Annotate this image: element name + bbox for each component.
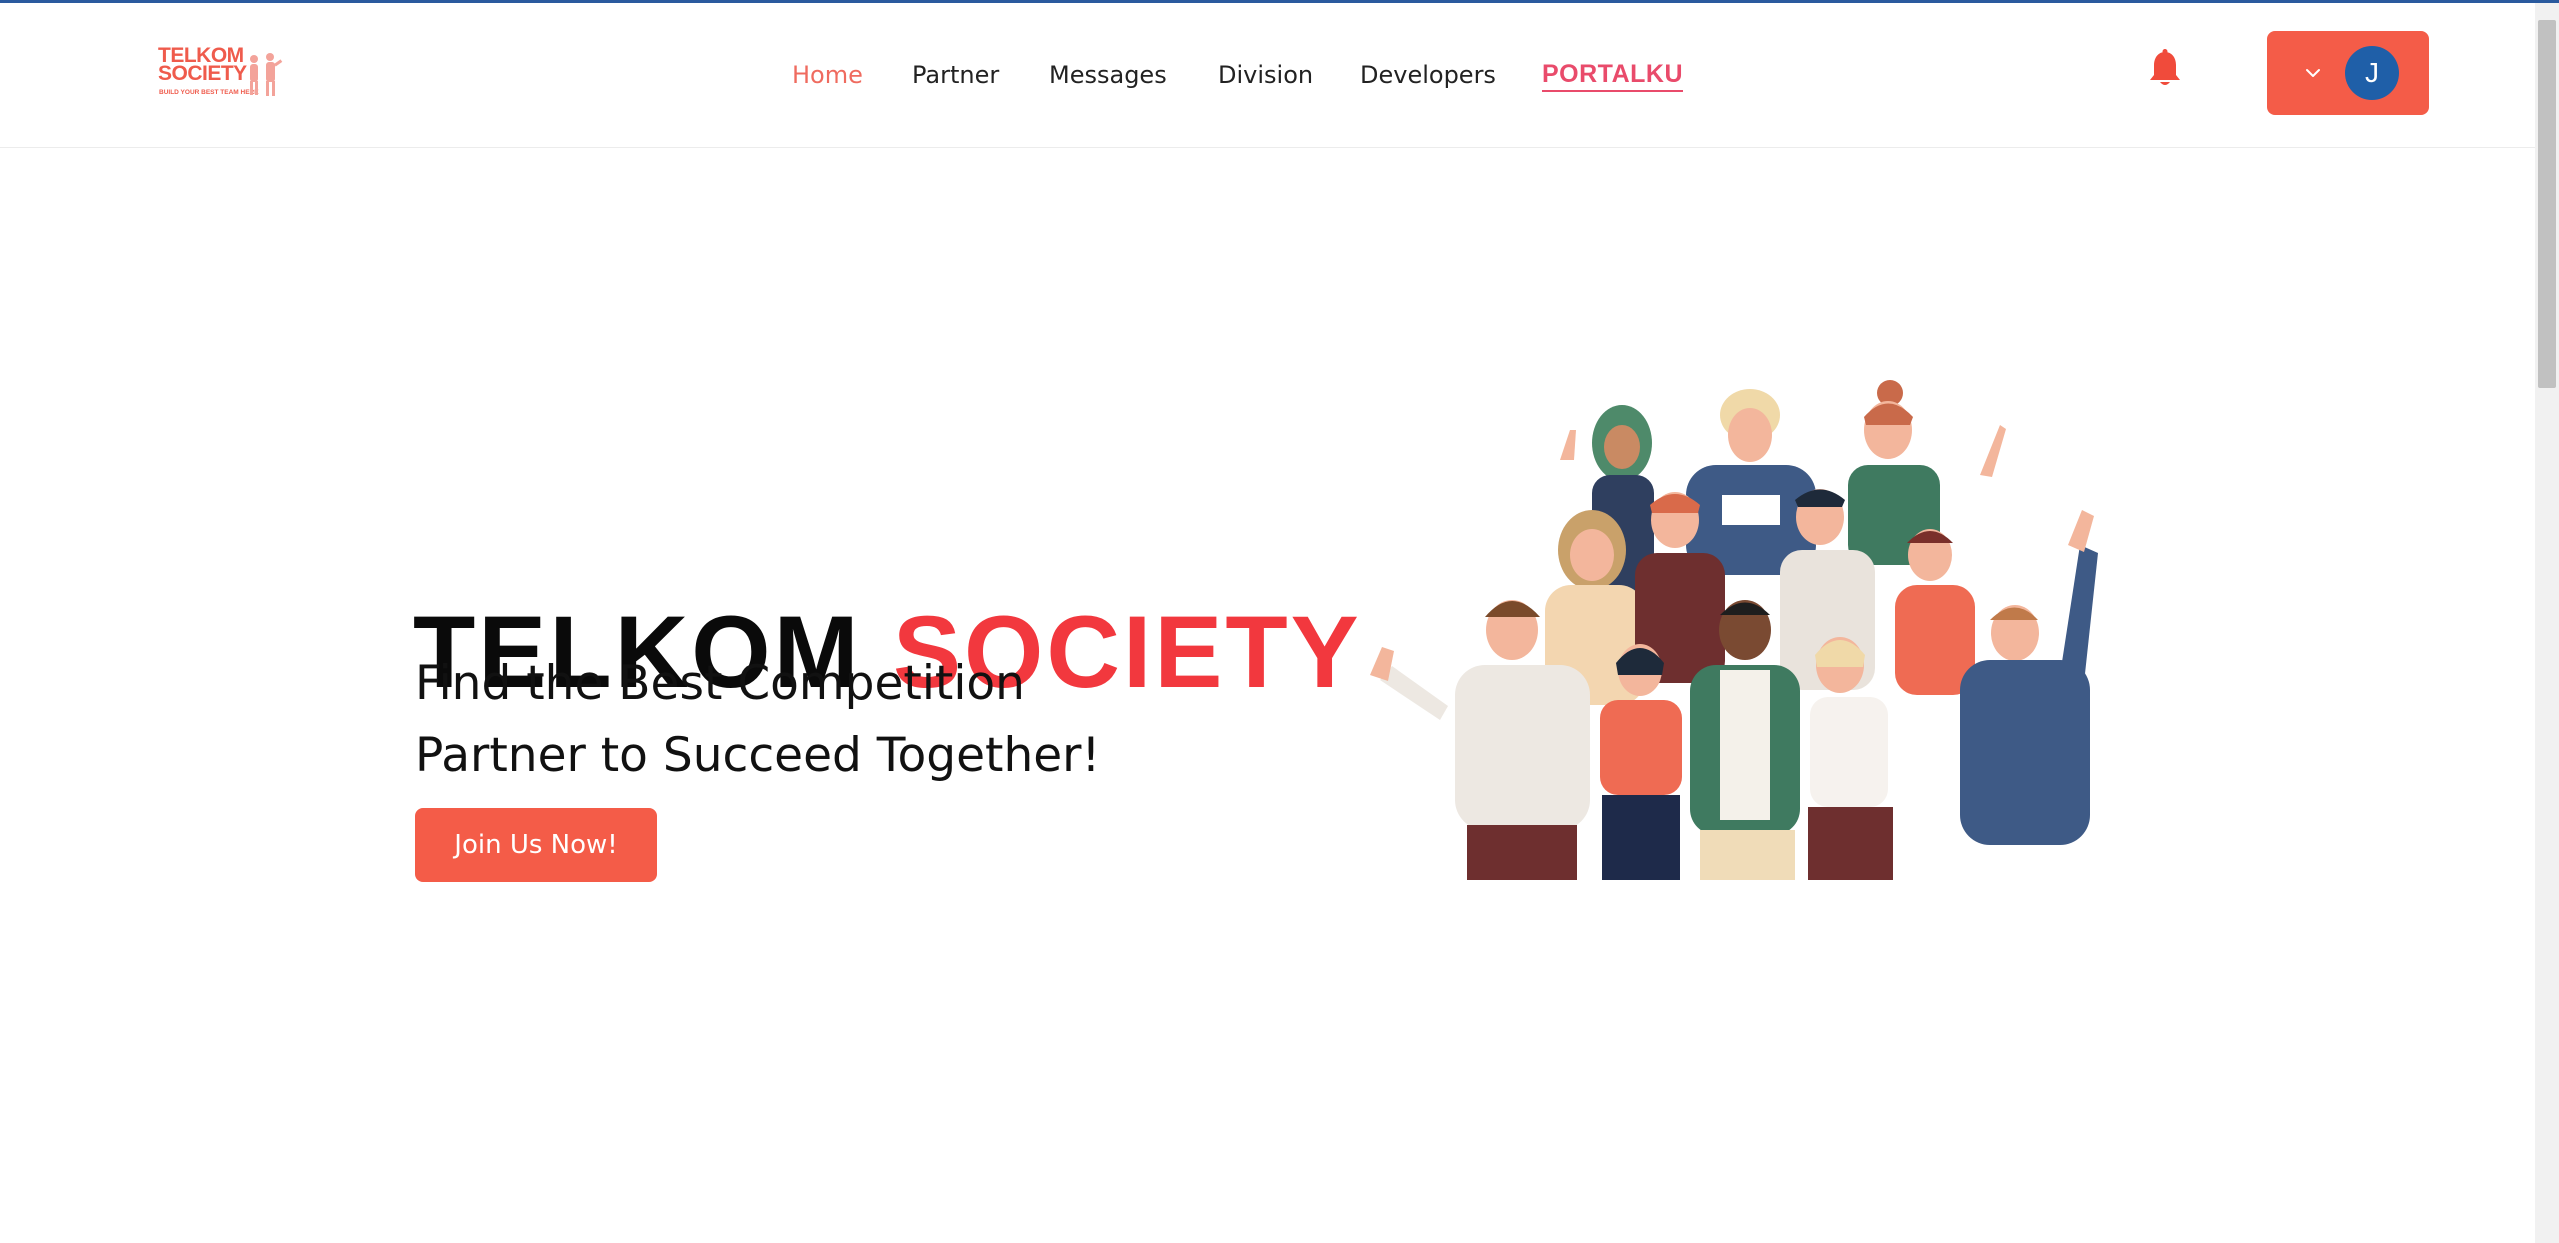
bell-icon[interactable] xyxy=(2148,49,2182,89)
avatar: J xyxy=(2345,46,2399,100)
join-us-button[interactable]: Join Us Now! xyxy=(415,808,657,882)
brand-logo[interactable]: TELKOM SOCIETY BUILD YOUR BEST TEAM HERE xyxy=(158,41,288,105)
hero-subtitle-line1: Find the Best Competition xyxy=(415,656,1025,711)
chevron-down-icon xyxy=(2306,69,2320,77)
group-of-people-illustration xyxy=(1370,380,2098,880)
nav-item-messages[interactable]: Messages xyxy=(1049,61,1167,89)
user-menu-button[interactable]: J xyxy=(2267,31,2429,115)
navbar: TELKOM SOCIETY BUILD YOUR BEST TEAM HERE… xyxy=(0,3,2535,148)
hero-subtitle: Find the Best Competition Partner to Suc… xyxy=(415,648,1100,792)
scrollbar-thumb[interactable] xyxy=(2538,20,2556,388)
nav-item-home[interactable]: Home xyxy=(792,61,863,89)
nav-item-partner[interactable]: Partner xyxy=(912,61,999,89)
nav-item-portalku[interactable]: PORTALKU xyxy=(1542,60,1684,92)
hero-subtitle-line2: Partner to Succeed Together! xyxy=(415,728,1101,783)
logo-text-society: SOCIETY xyxy=(158,62,247,85)
nav-item-developers[interactable]: Developers xyxy=(1360,61,1496,89)
nav-item-division[interactable]: Division xyxy=(1218,61,1313,89)
logo-people-icon xyxy=(250,53,283,96)
